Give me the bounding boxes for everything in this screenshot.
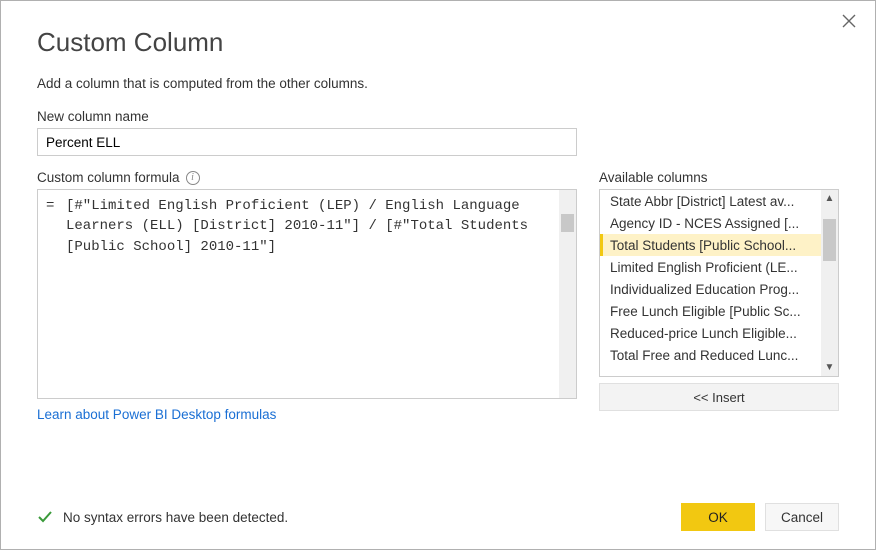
new-column-name-label: New column name	[37, 109, 839, 124]
new-column-name-input[interactable]	[37, 128, 577, 156]
scroll-up-icon[interactable]: ▲	[825, 190, 835, 207]
scrollbar-thumb[interactable]	[561, 214, 574, 232]
available-column-item[interactable]: Individualized Education Prog...	[600, 278, 838, 300]
custom-column-dialog: Custom Column Add a column that is compu…	[0, 0, 876, 550]
check-icon	[37, 509, 53, 525]
status-row: No syntax errors have been detected.	[37, 509, 288, 525]
available-column-item[interactable]: Agency ID - NCES Assigned [...	[600, 212, 838, 234]
close-icon[interactable]	[841, 13, 861, 33]
dialog-subtitle: Add a column that is computed from the o…	[37, 76, 839, 91]
status-text: No syntax errors have been detected.	[63, 510, 288, 525]
scrollbar-thumb[interactable]	[823, 219, 836, 261]
formula-text: [#"Limited English Proficient (LEP) / En…	[66, 196, 556, 257]
formula-scrollbar[interactable]	[559, 190, 576, 398]
cancel-button[interactable]: Cancel	[765, 503, 839, 531]
ok-button[interactable]: OK	[681, 503, 755, 531]
formula-prefix: =	[46, 196, 54, 216]
available-scrollbar[interactable]: ▲ ▼	[821, 190, 838, 376]
dialog-title: Custom Column	[37, 27, 839, 58]
formula-label: Custom column formula	[37, 170, 180, 185]
insert-button[interactable]: << Insert	[599, 383, 839, 411]
available-column-item[interactable]: Limited English Proficient (LE...	[600, 256, 838, 278]
available-column-item[interactable]: Total Students [Public School...	[600, 234, 838, 256]
available-column-item[interactable]: Free Lunch Eligible [Public Sc...	[600, 300, 838, 322]
available-column-item[interactable]: Reduced-price Lunch Eligible...	[600, 322, 838, 344]
available-columns-label: Available columns	[599, 170, 839, 185]
available-column-item[interactable]: Total Free and Reduced Lunc...	[600, 344, 838, 366]
info-icon[interactable]: i	[186, 171, 200, 185]
formula-input[interactable]: = [#"Limited English Proficient (LEP) / …	[37, 189, 577, 399]
available-columns-list: State Abbr [District] Latest av...Agency…	[599, 189, 839, 377]
scroll-down-icon[interactable]: ▼	[825, 359, 835, 376]
learn-link[interactable]: Learn about Power BI Desktop formulas	[37, 407, 276, 422]
available-column-item[interactable]: State Abbr [District] Latest av...	[600, 190, 838, 212]
